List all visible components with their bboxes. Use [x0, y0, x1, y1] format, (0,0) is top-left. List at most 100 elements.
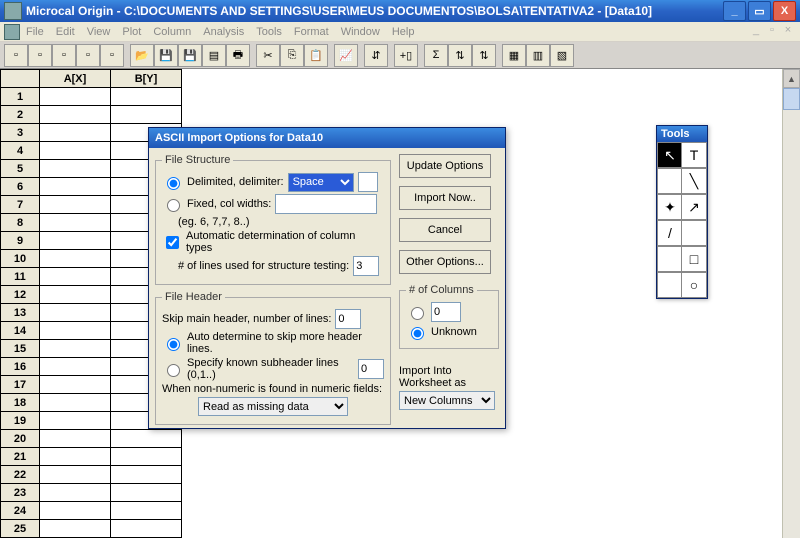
- row-header[interactable]: 22: [1, 466, 40, 484]
- row-header[interactable]: 14: [1, 322, 40, 340]
- tool-diag-icon[interactable]: /: [657, 220, 683, 246]
- delimited-radio[interactable]: [167, 177, 180, 190]
- minimize-button[interactable]: _: [723, 1, 746, 21]
- row-header[interactable]: 8: [1, 214, 40, 232]
- tb-rescale-icon[interactable]: ⇵: [364, 44, 388, 67]
- import-as-select[interactable]: New Columns: [399, 391, 495, 410]
- cell[interactable]: [40, 142, 111, 160]
- menu-tools[interactable]: Tools: [256, 26, 282, 38]
- cell[interactable]: [40, 520, 111, 538]
- cell[interactable]: [40, 106, 111, 124]
- row-header[interactable]: 2: [1, 106, 40, 124]
- tool-blank1-icon[interactable]: [657, 246, 683, 272]
- scroll-up-icon[interactable]: ▲: [783, 69, 800, 88]
- tb-save-icon[interactable]: 💾: [154, 44, 178, 67]
- cell[interactable]: [111, 520, 182, 538]
- cell[interactable]: [40, 430, 111, 448]
- cell[interactable]: [40, 268, 111, 286]
- tb-stats-icon[interactable]: ▥: [526, 44, 550, 67]
- row-header[interactable]: 13: [1, 304, 40, 322]
- num-columns-radio[interactable]: [411, 307, 424, 320]
- tool-blank2-icon[interactable]: [657, 272, 683, 298]
- cell[interactable]: [111, 484, 182, 502]
- tb-3d-icon[interactable]: ▧: [550, 44, 574, 67]
- delimiter-select[interactable]: Space: [288, 173, 354, 192]
- menu-view[interactable]: View: [87, 26, 111, 38]
- row-header[interactable]: 20: [1, 430, 40, 448]
- auto-types-checkbox[interactable]: [166, 236, 179, 249]
- tool-rect-icon[interactable]: □: [681, 246, 707, 272]
- vertical-scrollbar[interactable]: ▲: [782, 69, 800, 538]
- cell[interactable]: [111, 88, 182, 106]
- other-options-button[interactable]: Other Options...: [399, 250, 491, 274]
- cancel-button[interactable]: Cancel: [399, 218, 491, 242]
- specify-radio[interactable]: [167, 364, 180, 377]
- num-columns-input[interactable]: [431, 302, 461, 322]
- tb-template-icon[interactable]: ▤: [202, 44, 226, 67]
- tb-open-icon[interactable]: 📂: [130, 44, 154, 67]
- sheet-corner[interactable]: [1, 70, 40, 88]
- tb-new5-icon[interactable]: ▫: [100, 44, 124, 67]
- tb-graph-icon[interactable]: 📈: [334, 44, 358, 67]
- cell[interactable]: [111, 448, 182, 466]
- row-header[interactable]: 11: [1, 268, 40, 286]
- cell[interactable]: [111, 466, 182, 484]
- row-header[interactable]: 15: [1, 340, 40, 358]
- maximize-button[interactable]: ▭: [748, 1, 771, 21]
- cell[interactable]: [40, 88, 111, 106]
- menu-window[interactable]: Window: [341, 26, 380, 38]
- tool-crosshair-icon[interactable]: ✦: [657, 194, 683, 220]
- cell[interactable]: [40, 376, 111, 394]
- tools-palette[interactable]: Tools ↖ T ╲ ✦ ↗ / □ ○: [656, 125, 708, 299]
- cell[interactable]: [40, 304, 111, 322]
- menu-edit[interactable]: Edit: [56, 26, 75, 38]
- row-header[interactable]: 21: [1, 448, 40, 466]
- row-header[interactable]: 12: [1, 286, 40, 304]
- tb-addcol-icon[interactable]: +▯: [394, 44, 418, 67]
- tool-circle-icon[interactable]: ○: [681, 272, 707, 298]
- tb-sigma-icon[interactable]: Σ: [424, 44, 448, 67]
- fixed-radio[interactable]: [167, 199, 180, 212]
- tb-cut-icon[interactable]: ✂: [256, 44, 280, 67]
- skip-input[interactable]: [335, 309, 361, 329]
- unknown-columns-radio[interactable]: [411, 327, 424, 340]
- cell[interactable]: [40, 178, 111, 196]
- specify-input[interactable]: [358, 359, 384, 379]
- tb-new3-icon[interactable]: ▫: [52, 44, 76, 67]
- menu-format[interactable]: Format: [294, 26, 329, 38]
- row-header[interactable]: 6: [1, 178, 40, 196]
- row-header[interactable]: 9: [1, 232, 40, 250]
- cell[interactable]: [40, 286, 111, 304]
- cell[interactable]: [111, 106, 182, 124]
- cell[interactable]: [40, 214, 111, 232]
- tool-curve-icon[interactable]: ╲: [681, 168, 707, 194]
- tb-sort-icon[interactable]: ⇅: [448, 44, 472, 67]
- cell[interactable]: [40, 124, 111, 142]
- col-header-b[interactable]: B[Y]: [111, 70, 182, 88]
- lines-input[interactable]: [353, 256, 379, 276]
- menu-help[interactable]: Help: [392, 26, 415, 38]
- cell[interactable]: [111, 502, 182, 520]
- cell[interactable]: [40, 502, 111, 520]
- cell[interactable]: [40, 232, 111, 250]
- tool-arrow-icon[interactable]: ↗: [681, 194, 707, 220]
- menu-analysis[interactable]: Analysis: [203, 26, 244, 38]
- row-header[interactable]: 25: [1, 520, 40, 538]
- inner-minimize-button[interactable]: _: [750, 24, 762, 36]
- tb-print-icon[interactable]: 🖶: [226, 44, 250, 67]
- tool-line-icon[interactable]: [657, 168, 683, 194]
- tb-layer-icon[interactable]: ▦: [502, 44, 526, 67]
- inner-close-button[interactable]: ×: [782, 24, 794, 36]
- row-header[interactable]: 16: [1, 358, 40, 376]
- tb-new2-icon[interactable]: ▫: [28, 44, 52, 67]
- cell[interactable]: [40, 358, 111, 376]
- cell[interactable]: [40, 412, 111, 430]
- cell[interactable]: [40, 196, 111, 214]
- cell[interactable]: [40, 394, 111, 412]
- tb-new-icon[interactable]: ▫: [4, 44, 28, 67]
- menu-column[interactable]: Column: [153, 26, 191, 38]
- cell[interactable]: [40, 250, 111, 268]
- cell[interactable]: [40, 466, 111, 484]
- row-header[interactable]: 10: [1, 250, 40, 268]
- row-header[interactable]: 1: [1, 88, 40, 106]
